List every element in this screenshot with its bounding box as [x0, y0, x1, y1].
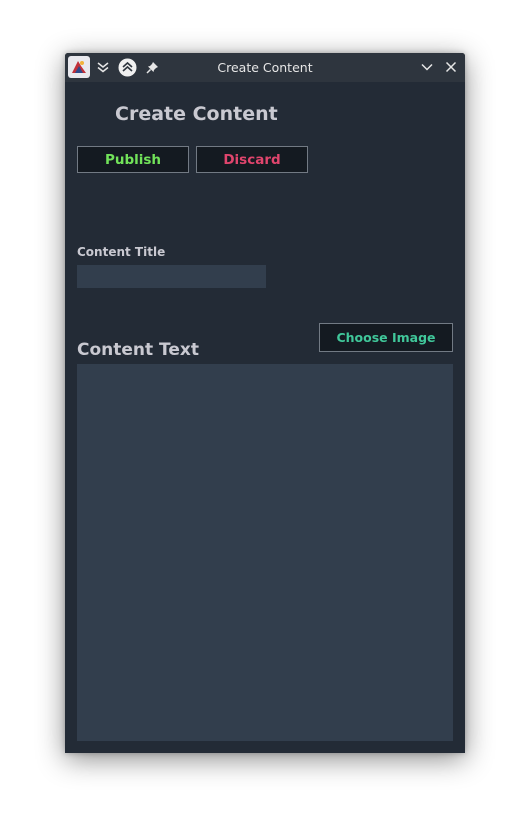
- title-bar[interactable]: Create Content: [65, 53, 465, 82]
- content-text-area[interactable]: [77, 364, 453, 741]
- app-window: Create Content Create Content Publish Di…: [65, 53, 465, 753]
- window-title: Create Content: [217, 60, 313, 75]
- discard-button[interactable]: Discard: [196, 146, 308, 173]
- publish-button[interactable]: Publish: [77, 146, 189, 173]
- chevron-down-icon[interactable]: [417, 57, 437, 77]
- content-text-label: Content Text: [77, 340, 200, 360]
- content-title-label: Content Title: [77, 245, 166, 259]
- choose-image-button[interactable]: Choose Image: [319, 323, 453, 352]
- content-title-input[interactable]: [77, 265, 266, 288]
- page-title: Create Content: [115, 103, 278, 125]
- close-icon[interactable]: [441, 57, 461, 77]
